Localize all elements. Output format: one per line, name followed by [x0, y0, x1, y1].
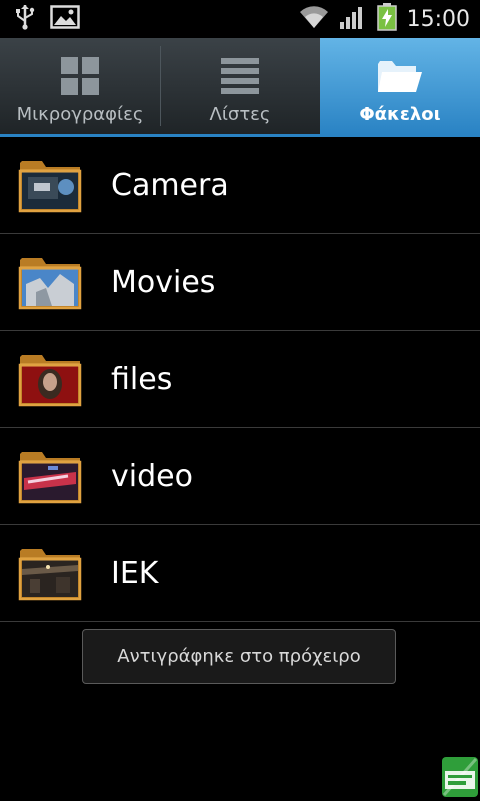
clock: 15:00	[406, 6, 470, 32]
folder-name: IEK	[111, 555, 159, 591]
view-mode-tabs: Μικρογραφίες Λίστες Φάκελοι	[0, 38, 480, 134]
thumbnails-grid-icon	[60, 54, 100, 98]
folder-row-camera[interactable]: Camera	[0, 137, 480, 234]
tab-label: Λίστες	[209, 104, 271, 125]
folder-thumbnail-icon	[18, 545, 82, 601]
folder-name: Camera	[111, 167, 229, 203]
usb-icon	[14, 4, 36, 34]
folder-row-files[interactable]: files	[0, 331, 480, 428]
image-notification-icon	[50, 5, 80, 33]
list-icon	[220, 54, 260, 98]
folder-row-movies[interactable]: Movies	[0, 234, 480, 331]
status-bar: 15:00	[0, 0, 480, 38]
folder-row-video[interactable]: video	[0, 428, 480, 525]
folder-row-iek[interactable]: IEK	[0, 525, 480, 622]
folder-list: Camera Movies files video IEK	[0, 137, 480, 622]
signal-icon	[339, 4, 367, 34]
folder-thumbnail-icon	[18, 448, 82, 504]
tab-label: Μικρογραφίες	[16, 104, 144, 125]
folder-name: Movies	[111, 264, 216, 300]
tab-folders[interactable]: Φάκελοι	[320, 38, 480, 134]
folder-thumbnail-icon	[18, 351, 82, 407]
folder-thumbnail-icon	[18, 157, 82, 213]
folder-name: video	[111, 458, 193, 494]
wifi-icon	[299, 4, 329, 34]
tab-lists[interactable]: Λίστες	[160, 38, 320, 134]
battery-charging-icon	[376, 3, 397, 35]
tab-label: Φάκελοι	[359, 104, 441, 125]
folder-thumbnail-icon	[18, 254, 82, 310]
tab-thumbnails[interactable]: Μικρογραφίες	[0, 38, 160, 134]
folder-open-icon	[376, 54, 424, 98]
digital-life-logo	[442, 757, 478, 797]
copied-to-clipboard-toast: Αντιγράφηκε στο πρόχειρο	[82, 629, 396, 684]
folder-name: files	[111, 361, 173, 397]
